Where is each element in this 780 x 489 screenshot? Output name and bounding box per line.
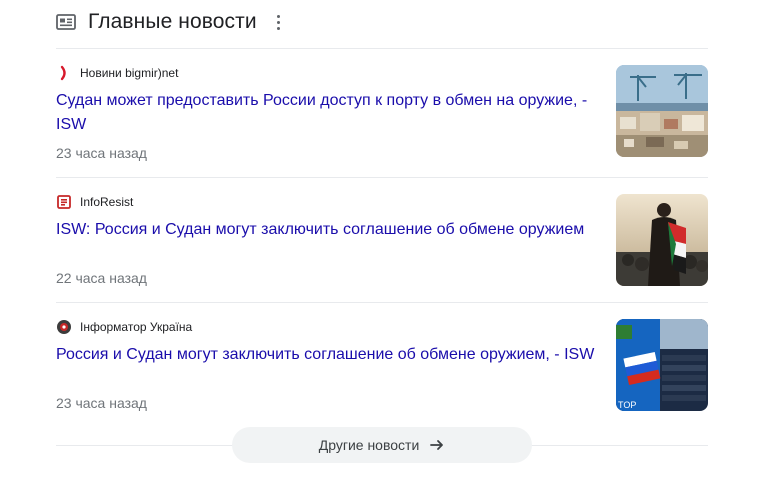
more-news-button[interactable]: Другие новости [232,427,532,463]
news-headline-link[interactable]: ISW: Россия и Судан могут заключить согл… [56,218,601,242]
more-vert-icon[interactable] [271,12,287,32]
news-source: InfoResist [56,194,133,210]
inforesist-logo [56,194,72,210]
divider [56,48,708,49]
news-thumbnail[interactable]: TOP [616,319,708,411]
source-name: Новини bigmir)net [80,66,179,80]
news-timestamp: 23 часа назад [56,395,147,411]
top-stories-header: Главные новости [56,8,287,36]
news-source: Інформатор Україна [56,319,192,335]
news-thumbnail[interactable] [616,194,708,286]
arrow-right-icon [430,440,444,450]
news-headline-link[interactable]: Судан может предоставить России доступ к… [56,89,601,137]
news-source: Новини bigmir)net [56,65,178,81]
informator-logo [56,319,72,335]
news-item[interactable]: Новини bigmir)net Судан может предостави… [56,65,708,189]
news-timestamp: 22 часа назад [56,270,147,286]
more-news-label: Другие новости [318,437,420,453]
news-thumbnail[interactable] [616,65,708,157]
source-name: InfoResist [80,195,134,209]
source-name: Інформатор Україна [80,320,193,334]
thumbnail-caption: TOP [618,400,636,410]
divider [56,177,708,178]
news-headline-link[interactable]: Россия и Судан могут заключить соглашени… [56,343,601,367]
news-timestamp: 23 часа назад [56,145,147,161]
section-title: Главные новости [88,10,257,33]
divider [56,302,708,303]
news-icon [56,14,76,30]
news-item[interactable]: Інформатор Україна Россия и Судан могут … [56,319,708,443]
news-item[interactable]: InfoResist ISW: Россия и Судан могут зак… [56,194,708,318]
bigmir-logo [56,65,72,81]
